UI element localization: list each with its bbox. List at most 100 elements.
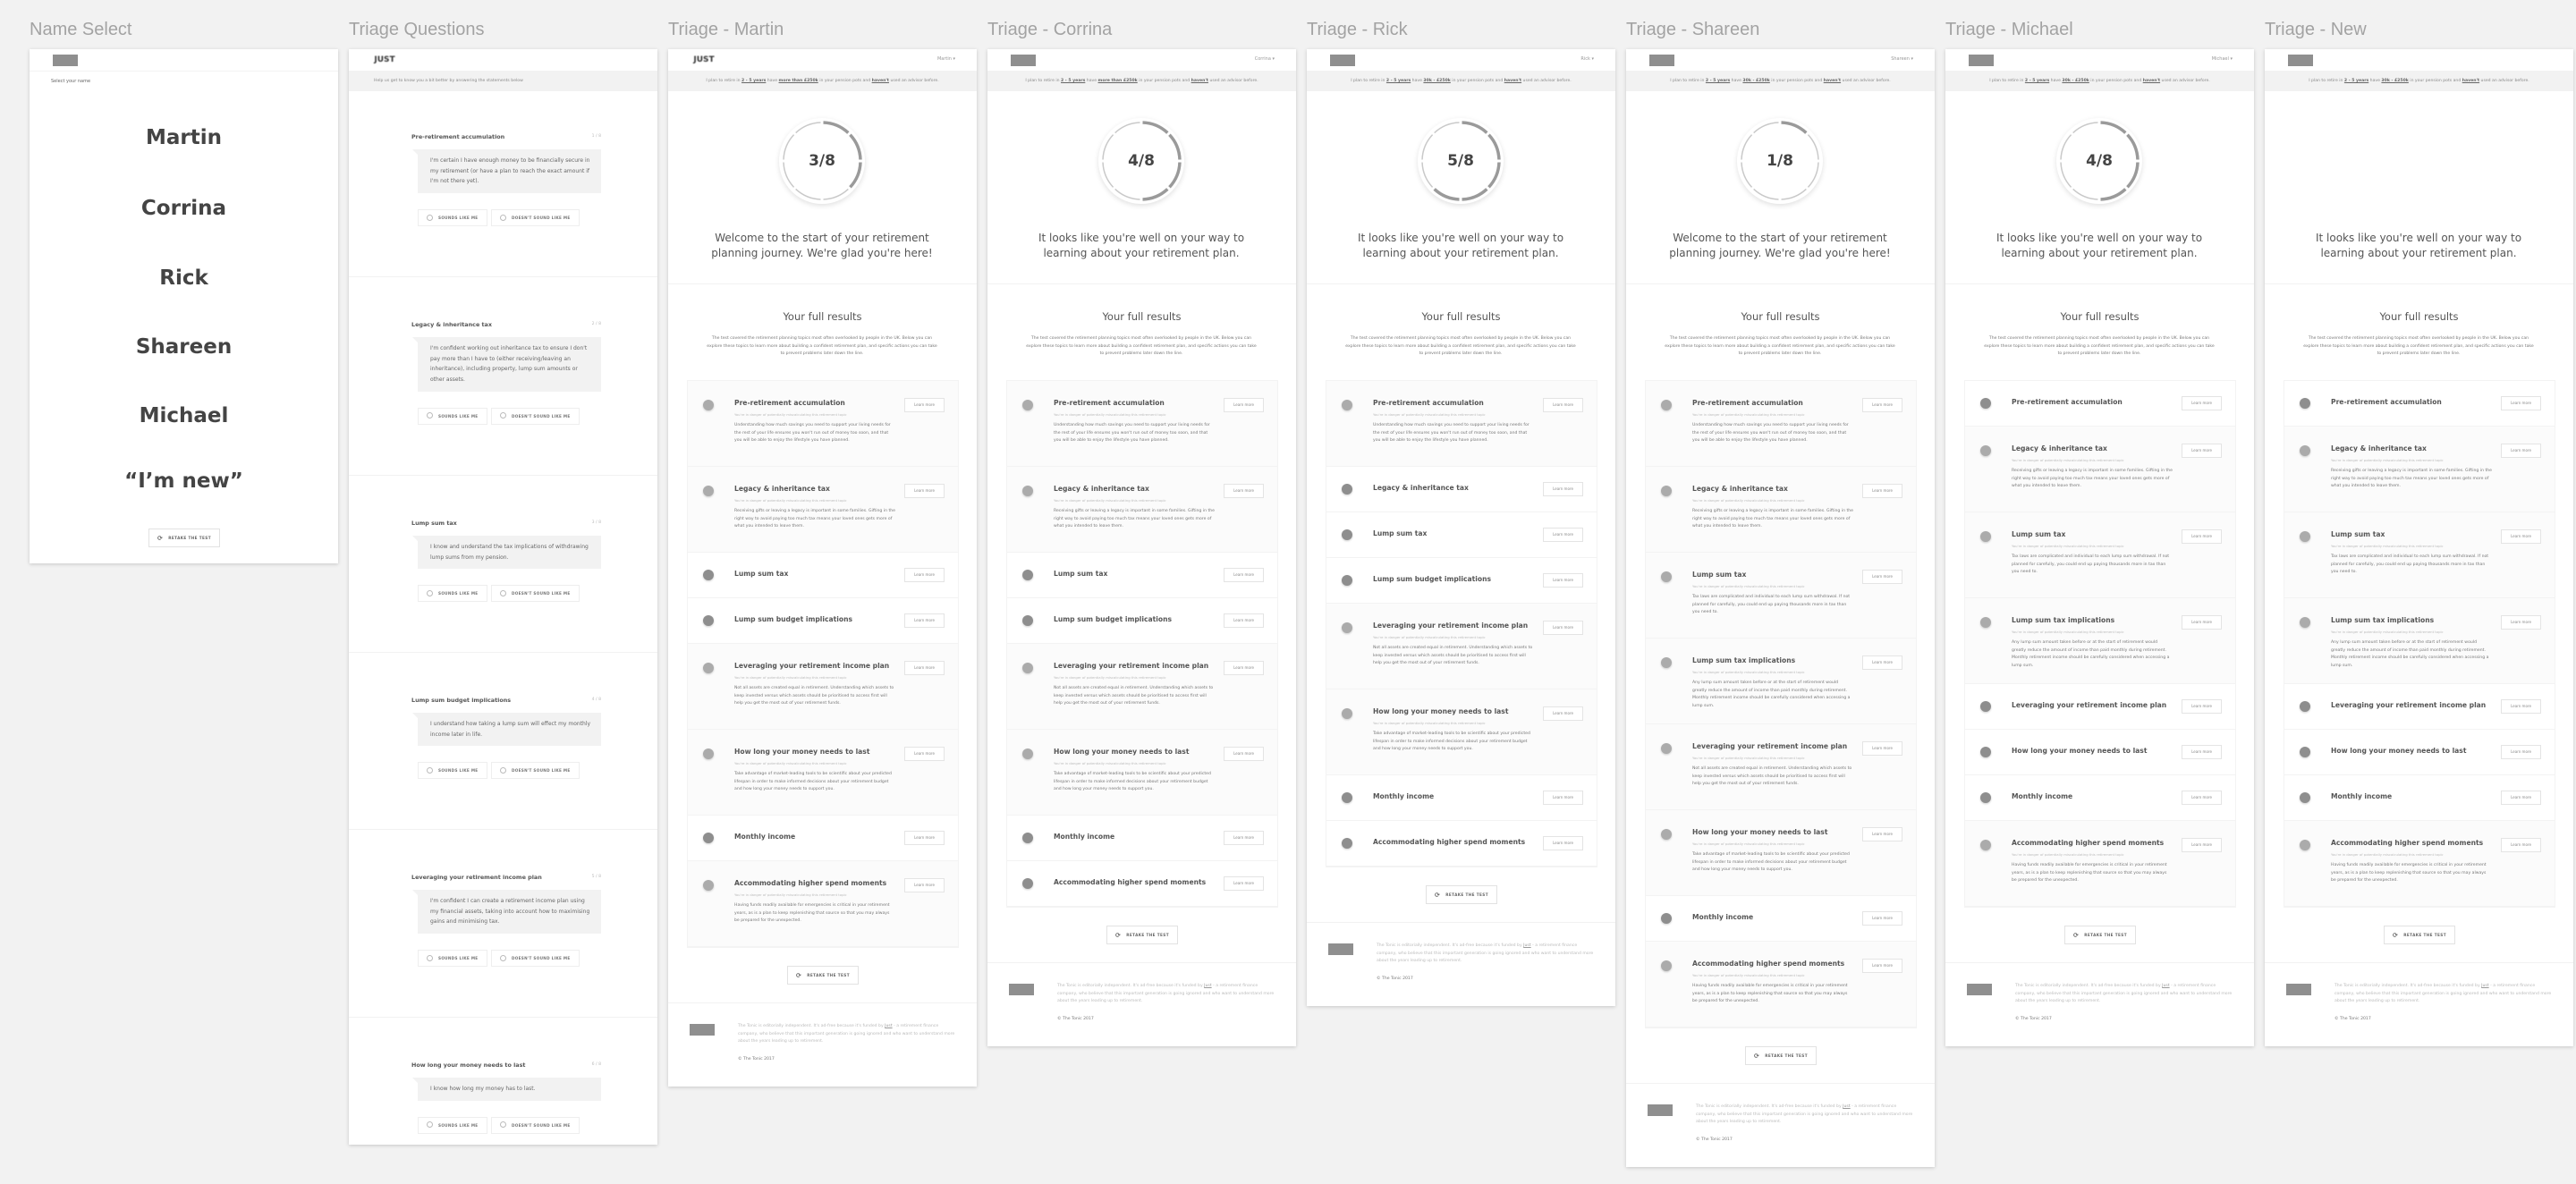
user-menu[interactable]: Rick ▾	[1580, 56, 1594, 62]
footer-link-just[interactable]: Just	[1843, 1104, 1850, 1109]
learn-more-button[interactable]: Learn more	[1862, 827, 1902, 841]
learn-more-button[interactable]: Learn more	[2182, 791, 2222, 805]
editable-answer-link[interactable]: more than £250k	[779, 79, 818, 83]
learn-more-button[interactable]: Learn more	[1543, 836, 1583, 850]
editable-answer-link[interactable]: haven't	[2143, 79, 2160, 83]
learn-more-button[interactable]: Learn more	[2501, 791, 2541, 805]
name-option[interactable]: Rick	[30, 266, 338, 290]
editable-answer-link[interactable]: 2 - 5 years	[1061, 79, 1085, 83]
learn-more-button[interactable]: Learn more	[2501, 529, 2541, 544]
learn-more-button[interactable]: Learn more	[1224, 398, 1264, 412]
learn-more-button[interactable]: Learn more	[1224, 831, 1264, 845]
editable-answer-link[interactable]: 2 - 5 years	[2025, 79, 2049, 83]
learn-more-button[interactable]: Learn more	[904, 484, 945, 498]
learn-more-button[interactable]: Learn more	[1224, 568, 1264, 582]
retake-test-button[interactable]: ⟳ RETAKE THE TEST	[2064, 926, 2136, 944]
learn-more-button[interactable]: Learn more	[2182, 745, 2222, 759]
learn-more-button[interactable]: Learn more	[1543, 706, 1583, 721]
retake-test-button[interactable]: ⟳ RETAKE THE TEST	[2384, 926, 2455, 944]
learn-more-button[interactable]: Learn more	[2501, 444, 2541, 458]
learn-more-button[interactable]: Learn more	[2501, 838, 2541, 852]
learn-more-button[interactable]: Learn more	[1543, 791, 1583, 805]
learn-more-button[interactable]: Learn more	[904, 661, 945, 675]
retake-test-button[interactable]: ⟳ RETAKE THE TEST	[1426, 885, 1497, 904]
retake-test-button[interactable]: ⟳ RETAKE THE TEST	[1106, 926, 1178, 944]
learn-more-button[interactable]: Learn more	[1224, 613, 1264, 628]
editable-answer-link[interactable]: haven't	[2462, 79, 2479, 83]
sounds-like-me-option[interactable]: SOUNDS LIKE ME	[418, 209, 487, 227]
editable-answer-link[interactable]: haven't	[1504, 79, 1521, 83]
retake-test-button[interactable]: ⟳ RETAKE THE TEST	[1745, 1046, 1817, 1065]
learn-more-button[interactable]: Learn more	[1543, 528, 1583, 542]
editable-answer-link[interactable]: 2 - 5 years	[2344, 79, 2368, 83]
learn-more-button[interactable]: Learn more	[1862, 398, 1902, 412]
learn-more-button[interactable]: Learn more	[2182, 529, 2222, 544]
doesnt-sound-like-me-option[interactable]: DOESN'T SOUND LIKE ME	[491, 762, 580, 780]
footer-link-just[interactable]: Just	[2162, 984, 2169, 988]
editable-answer-link[interactable]: haven't	[872, 79, 889, 83]
learn-more-button[interactable]: Learn more	[2501, 745, 2541, 759]
editable-answer-link[interactable]: 30k - £250k	[1423, 79, 1450, 83]
retake-test-button[interactable]: ⟳ RETAKE THE TEST	[787, 966, 859, 985]
learn-more-button[interactable]: Learn more	[1543, 398, 1583, 412]
learn-more-button[interactable]: Learn more	[2501, 396, 2541, 410]
editable-answer-link[interactable]: 2 - 5 years	[1706, 79, 1730, 83]
editable-answer-link[interactable]: more than £250k	[1098, 79, 1138, 83]
doesnt-sound-like-me-option[interactable]: DOESN'T SOUND LIKE ME	[491, 209, 580, 227]
learn-more-button[interactable]: Learn more	[2182, 396, 2222, 410]
learn-more-button[interactable]: Learn more	[1862, 570, 1902, 584]
learn-more-button[interactable]: Learn more	[2501, 699, 2541, 714]
learn-more-button[interactable]: Learn more	[904, 878, 945, 892]
editable-answer-link[interactable]: 30k - £250k	[2381, 79, 2408, 83]
learn-more-button[interactable]: Learn more	[1224, 661, 1264, 675]
user-menu[interactable]: Shareen ▾	[1891, 56, 1913, 62]
sounds-like-me-option[interactable]: SOUNDS LIKE ME	[418, 1116, 487, 1134]
learn-more-button[interactable]: Learn more	[1862, 484, 1902, 498]
learn-more-button[interactable]: Learn more	[1543, 573, 1583, 588]
sounds-like-me-option[interactable]: SOUNDS LIKE ME	[418, 762, 487, 780]
name-option[interactable]: “I’m new”	[30, 469, 338, 493]
editable-answer-link[interactable]: 2 - 5 years	[741, 79, 766, 83]
sounds-like-me-option[interactable]: SOUNDS LIKE ME	[418, 585, 487, 603]
footer-link-just[interactable]: Just	[1204, 984, 1211, 988]
sounds-like-me-option[interactable]: SOUNDS LIKE ME	[418, 950, 487, 968]
editable-answer-link[interactable]: 2 - 5 years	[1386, 79, 1411, 83]
user-menu[interactable]: Martin ▾	[937, 56, 955, 62]
footer-link-just[interactable]: Just	[1523, 943, 1530, 948]
learn-more-button[interactable]: Learn more	[904, 747, 945, 761]
name-option[interactable]: Martin	[30, 126, 338, 149]
editable-answer-link[interactable]: haven't	[1824, 79, 1841, 83]
name-option[interactable]: Michael	[30, 404, 338, 427]
editable-answer-link[interactable]: haven't	[1191, 79, 1208, 83]
learn-more-button[interactable]: Learn more	[1224, 747, 1264, 761]
learn-more-button[interactable]: Learn more	[2182, 615, 2222, 630]
doesnt-sound-like-me-option[interactable]: DOESN'T SOUND LIKE ME	[491, 407, 580, 425]
learn-more-button[interactable]: Learn more	[1543, 621, 1583, 635]
learn-more-button[interactable]: Learn more	[904, 831, 945, 845]
learn-more-button[interactable]: Learn more	[1862, 959, 1902, 973]
learn-more-button[interactable]: Learn more	[2182, 838, 2222, 852]
editable-answer-link[interactable]: 30k - £250k	[1742, 79, 1769, 83]
name-option[interactable]: Corrina	[30, 197, 338, 220]
learn-more-button[interactable]: Learn more	[1543, 482, 1583, 496]
learn-more-button[interactable]: Learn more	[1862, 741, 1902, 756]
doesnt-sound-like-me-option[interactable]: DOESN'T SOUND LIKE ME	[491, 950, 580, 968]
footer-link-just[interactable]: Just	[885, 1024, 892, 1028]
learn-more-button[interactable]: Learn more	[2182, 699, 2222, 714]
name-option[interactable]: Shareen	[30, 335, 338, 359]
learn-more-button[interactable]: Learn more	[1224, 484, 1264, 498]
learn-more-button[interactable]: Learn more	[2182, 444, 2222, 458]
learn-more-button[interactable]: Learn more	[1224, 876, 1264, 891]
learn-more-button[interactable]: Learn more	[2501, 615, 2541, 630]
learn-more-button[interactable]: Learn more	[904, 568, 945, 582]
user-menu[interactable]: Corrina ▾	[1255, 56, 1275, 62]
user-menu[interactable]: Michael ▾	[2212, 56, 2233, 62]
doesnt-sound-like-me-option[interactable]: DOESN'T SOUND LIKE ME	[491, 585, 580, 603]
sounds-like-me-option[interactable]: SOUNDS LIKE ME	[418, 407, 487, 425]
footer-link-just[interactable]: Just	[2481, 984, 2488, 988]
retake-test-button[interactable]: ⟳ RETAKE THE TEST	[148, 529, 220, 547]
doesnt-sound-like-me-option[interactable]: DOESN'T SOUND LIKE ME	[491, 1116, 580, 1134]
editable-answer-link[interactable]: 30k - £250k	[2062, 79, 2089, 83]
learn-more-button[interactable]: Learn more	[904, 613, 945, 628]
learn-more-button[interactable]: Learn more	[904, 398, 945, 412]
